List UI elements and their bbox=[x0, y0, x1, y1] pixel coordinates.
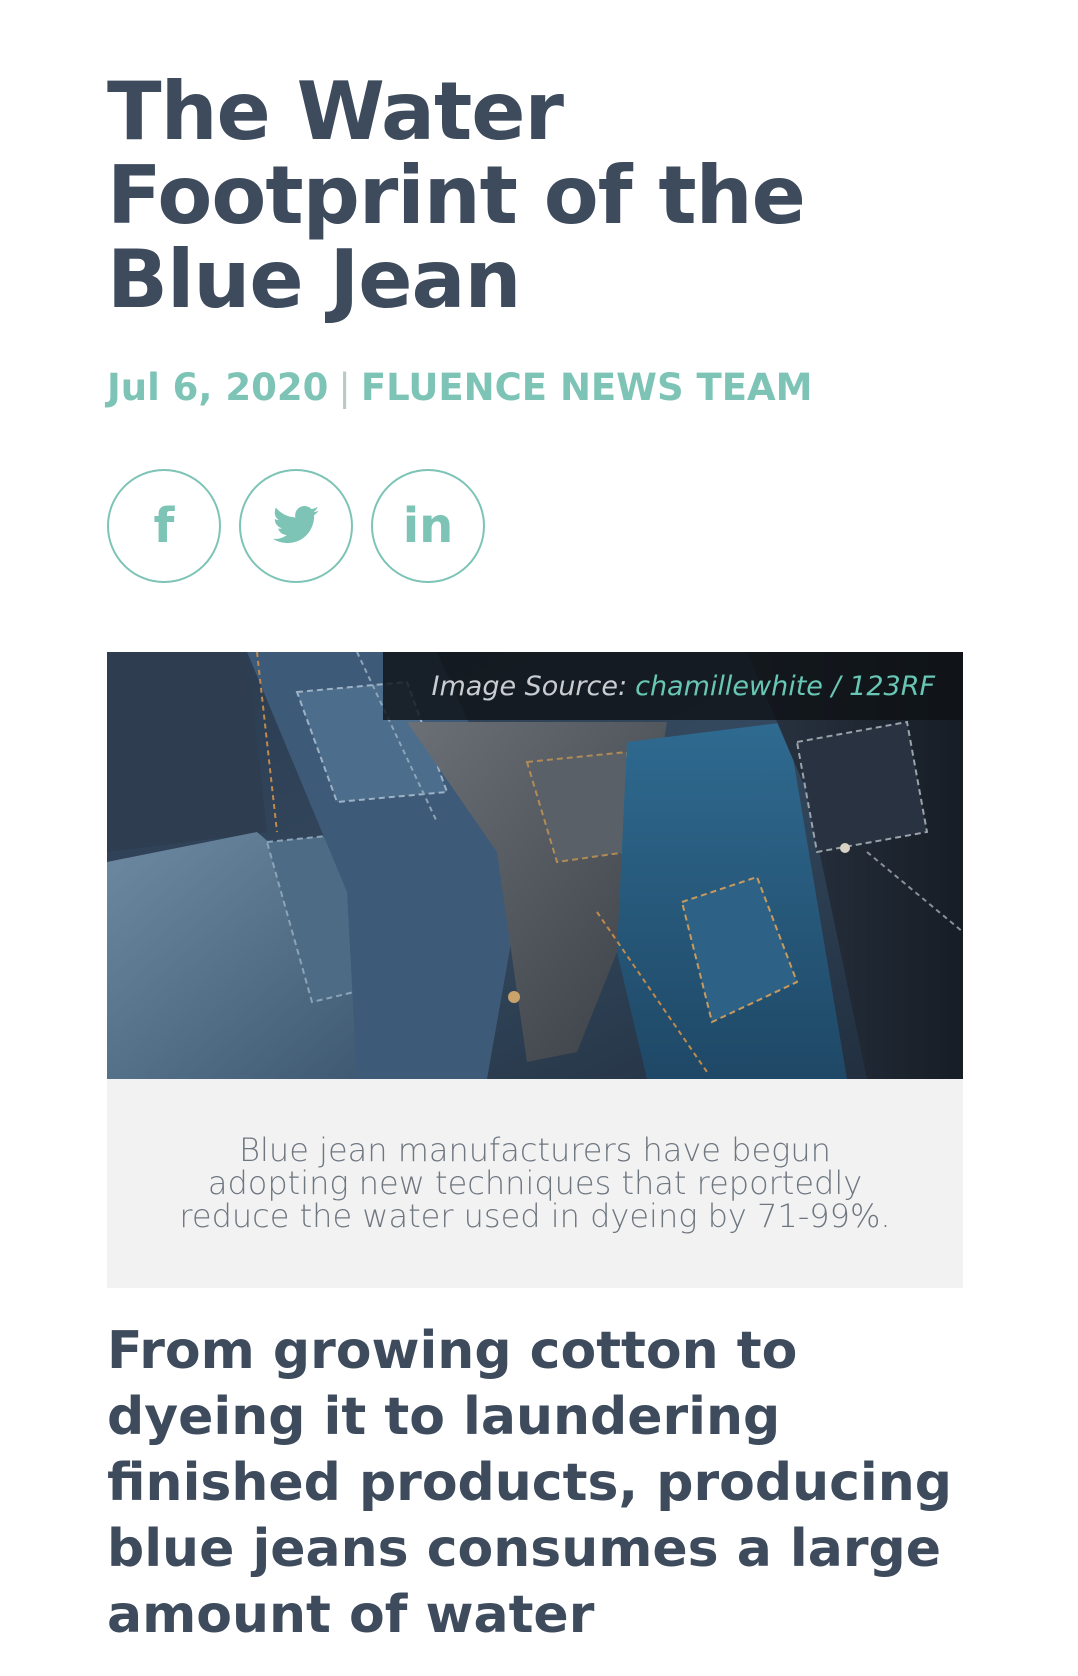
twitter-share-button[interactable] bbox=[239, 469, 353, 583]
article-title: The Water Footprint of the Blue Jean bbox=[107, 65, 806, 326]
article-meta: Jul 6, 2020 | FLUENCE NEWS TEAM bbox=[107, 366, 813, 410]
image-credit: Image Source: chamillewhite / 123RF bbox=[383, 652, 963, 720]
linkedin-icon: in bbox=[402, 498, 454, 554]
image-caption: Blue jean manufacturers have begun adopt… bbox=[179, 1131, 891, 1235]
author-link[interactable]: FLUENCE NEWS TEAM bbox=[361, 366, 813, 409]
lead-heading: From growing cotton to dyeing it to laun… bbox=[107, 1321, 952, 1645]
publish-date: Jul 6, 2020 bbox=[107, 366, 329, 409]
meta-separator: | bbox=[338, 366, 351, 409]
twitter-icon bbox=[273, 506, 319, 544]
featured-figure: Image Source: chamillewhite / 123RF Blue… bbox=[107, 652, 963, 1288]
credit-link[interactable]: chamillewhite / 123RF bbox=[635, 671, 935, 702]
credit-label: Image Source: bbox=[431, 670, 628, 702]
linkedin-share-button[interactable]: in bbox=[371, 469, 485, 583]
facebook-share-button[interactable]: f bbox=[107, 469, 221, 583]
share-buttons: f in bbox=[107, 469, 485, 583]
jeans-photo: Image Source: chamillewhite / 123RF bbox=[107, 652, 963, 1079]
caption-box: Blue jean manufacturers have begun adopt… bbox=[107, 1079, 963, 1288]
facebook-icon: f bbox=[153, 498, 175, 554]
